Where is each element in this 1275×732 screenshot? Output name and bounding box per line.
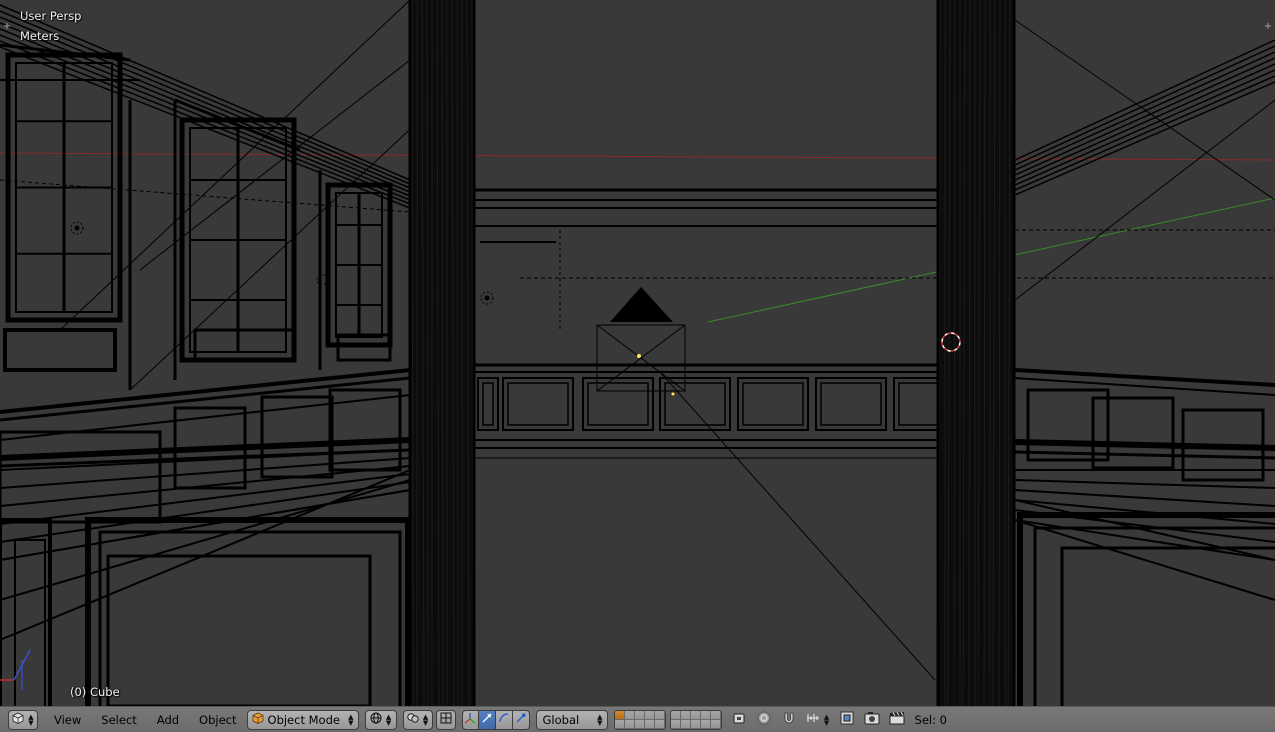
clapperboard-render-icon [889, 711, 905, 728]
mode-selector[interactable]: Object Mode ▲ ▼ [246, 709, 359, 730]
layer-cell[interactable] [614, 710, 625, 720]
menu-add[interactable]: Add [147, 710, 189, 730]
view3d-cube-icon [12, 712, 24, 727]
lock-layers-button[interactable] [728, 710, 750, 730]
layer-cell[interactable] [680, 710, 691, 720]
render-opengl-animation-button[interactable] [886, 710, 908, 730]
layer-cell[interactable] [710, 710, 721, 720]
view-name-label: User Persp [20, 9, 82, 23]
rotate-icon [498, 712, 510, 727]
scene-wireframe [0, 0, 1275, 706]
layer-cell[interactable] [644, 710, 655, 720]
updown-arrows-icon: ▲ ▼ [823, 712, 830, 727]
lock-camera-layers-icon [732, 711, 746, 728]
proportional-editing-icon [757, 711, 771, 728]
viewport-shading-selector[interactable]: ▲ ▼ [364, 709, 397, 730]
layer-cell[interactable] [614, 719, 625, 729]
units-label: Meters [20, 29, 60, 43]
split-corner-right-icon[interactable]: + [1263, 22, 1273, 32]
rotate-manipulator-button[interactable] [495, 709, 513, 730]
pivot-point-selector[interactable]: ▲ ▼ [402, 709, 433, 730]
layer-cell[interactable] [670, 719, 681, 729]
object-cube-icon [252, 712, 264, 727]
layer-cell[interactable] [680, 719, 691, 729]
snap-element-selector[interactable]: ▲ ▼ [803, 710, 833, 730]
layer-cell[interactable] [700, 710, 711, 720]
updown-arrows-icon: ▲ ▼ [597, 712, 603, 727]
layer-cell[interactable] [710, 719, 721, 729]
snap-magnet-icon [782, 711, 796, 728]
snap-target-button[interactable] [836, 710, 858, 730]
wireframe-sphere-icon [370, 712, 382, 727]
layer-cell[interactable] [690, 710, 701, 720]
layer-cell[interactable] [670, 710, 681, 720]
snap-grid-icon [440, 712, 452, 727]
layer-cell[interactable] [654, 719, 665, 729]
updown-arrows-icon: ▲ ▼ [422, 712, 429, 727]
editor-type-selector[interactable]: ▲ ▼ [8, 709, 38, 730]
layer-cell[interactable] [700, 719, 711, 729]
snap-during-transform-button[interactable] [435, 709, 456, 730]
snap-toggle-button[interactable] [778, 710, 800, 730]
updown-arrows-icon: ▲ ▼ [348, 712, 354, 727]
layer-cell[interactable] [644, 719, 655, 729]
scale-manipulator-button[interactable] [512, 709, 530, 730]
layer-cell[interactable] [654, 710, 665, 720]
layer-cell[interactable] [690, 719, 701, 729]
updown-arrows-icon: ▲ ▼ [28, 712, 34, 727]
layer-cell[interactable] [634, 710, 645, 720]
menu-select[interactable]: Select [91, 710, 146, 730]
layer-cell[interactable] [624, 719, 635, 729]
manipulator-group [461, 709, 530, 730]
layer-cell[interactable] [634, 719, 645, 729]
manipulator-toggle-button[interactable] [461, 709, 479, 730]
transform-orientation-selector[interactable]: Global ▲ ▼ [535, 709, 608, 730]
snap-increment-icon [806, 711, 820, 728]
split-corner-left-icon[interactable]: + [2, 22, 12, 32]
menu-object[interactable]: Object [189, 710, 246, 730]
manipulator-toggle-icon [464, 712, 476, 727]
camera-render-icon [864, 711, 880, 728]
menu-view[interactable]: View [44, 710, 91, 730]
scene-layers-block-1[interactable] [613, 709, 666, 730]
render-opengl-image-button[interactable] [861, 710, 883, 730]
active-object-label: (0) Cube [70, 685, 120, 699]
orientation-label: Global [542, 712, 580, 727]
translate-manipulator-button[interactable] [478, 709, 496, 730]
translate-icon [481, 712, 493, 727]
view3d-header: ▲ ▼ View Select Add Object Object Mode ▲ ▼… [0, 706, 1275, 732]
layer-cell[interactable] [624, 710, 635, 720]
selection-status: Sel: 0 [914, 712, 947, 727]
snap-target-grid-icon [840, 711, 854, 728]
pivot-point-icon [407, 712, 419, 727]
3d-viewport[interactable]: User Persp Meters (0) Cube + + [0, 0, 1275, 706]
scale-icon [515, 712, 527, 727]
proportional-editing-button[interactable] [753, 710, 775, 730]
updown-arrows-icon: ▲ ▼ [385, 712, 392, 727]
mode-label: Object Mode [267, 712, 340, 727]
scene-layers-block-2[interactable] [669, 709, 722, 730]
